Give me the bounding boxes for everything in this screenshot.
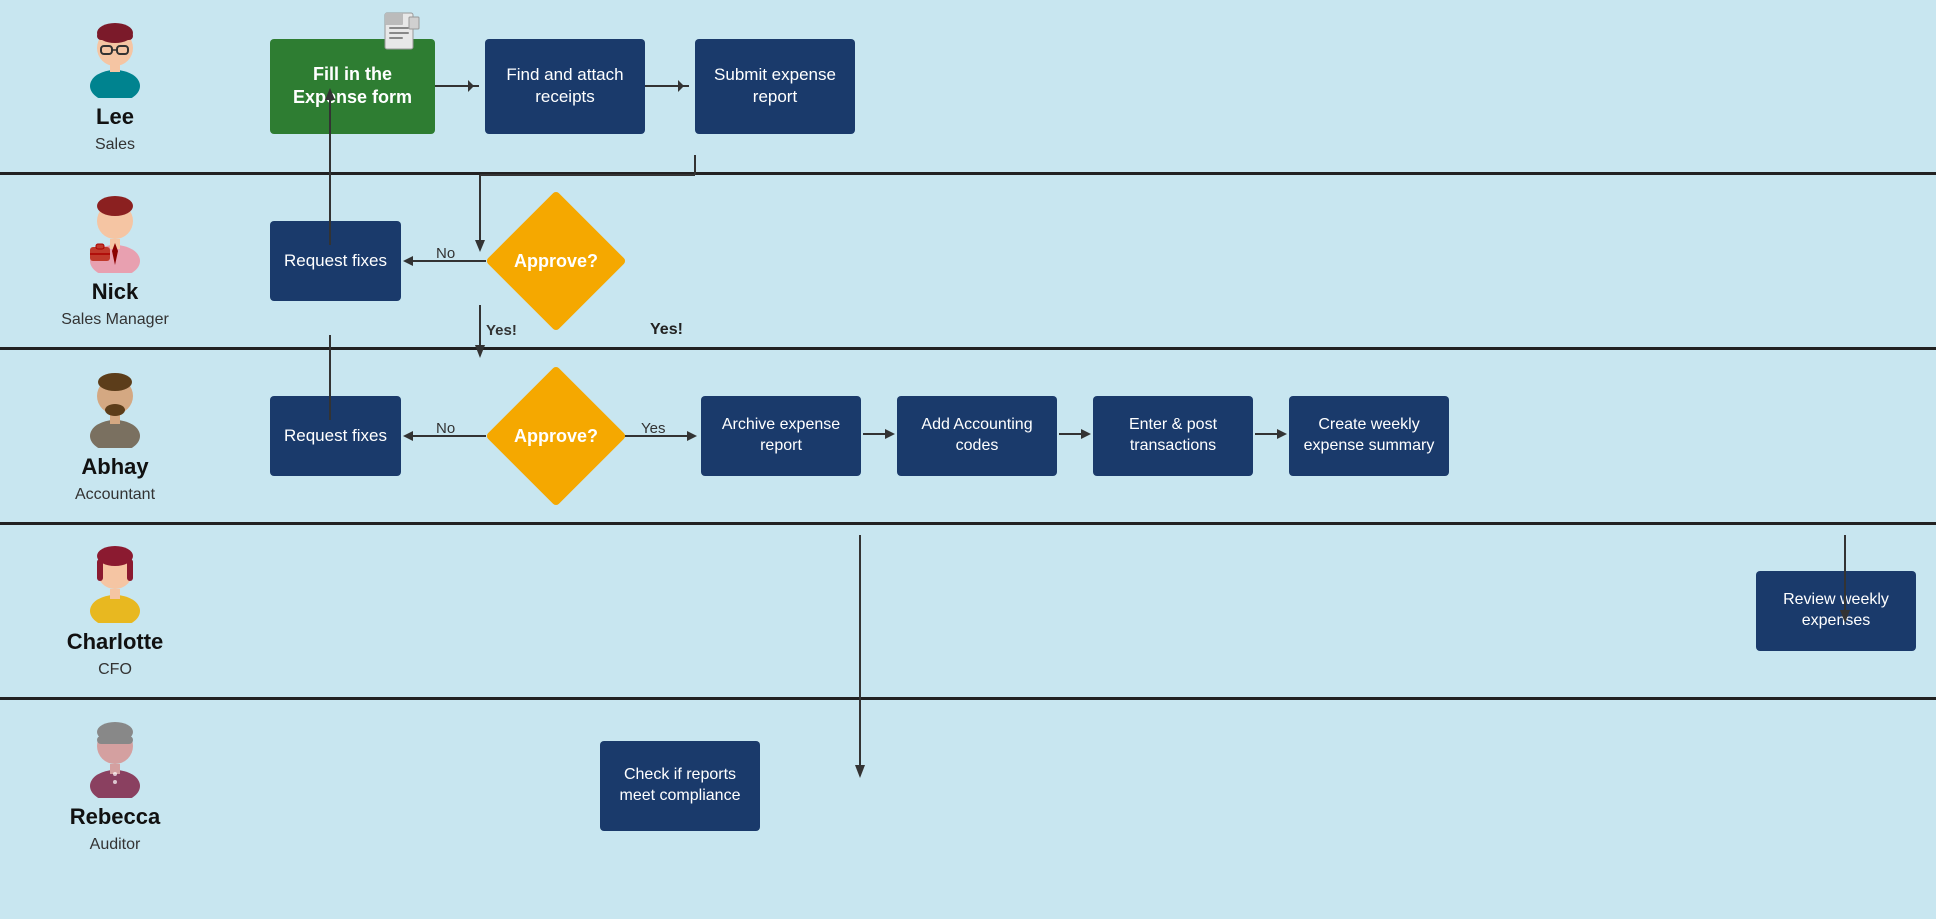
actor-charlotte: Charlotte CFO <box>0 525 230 697</box>
fill-expense-box: Fill in the Expense form <box>270 39 435 134</box>
review-weekly-label: Review weekly expenses <box>1770 590 1902 632</box>
check-compliance-spacer: Check if reports meet compliance <box>600 741 760 831</box>
actor-nick-role: Sales Manager <box>61 311 169 329</box>
actor-nick-name: Nick <box>92 279 138 305</box>
avatar-nick <box>75 193 155 273</box>
archive-report-box: Archive expense report <box>701 396 861 476</box>
arrow-line-2 <box>645 85 689 87</box>
swimlane-lee: Lee Sales Fill in the Expense form <box>0 0 1936 175</box>
swimlane-charlotte: Charlotte CFO Review weekly expenses <box>0 525 1936 700</box>
arrow-svg-3 <box>861 424 897 444</box>
arrow-receipts-to-submit <box>645 85 695 87</box>
submit-report-box: Submit expense report <box>695 39 855 134</box>
svg-text:No: No <box>436 421 455 437</box>
actor-abhay-role: Accountant <box>75 486 155 504</box>
arrow-line-1 <box>435 85 479 87</box>
arrow-archive-to-accounting <box>861 424 897 449</box>
create-weekly-box: Create weekly expense summary <box>1289 396 1449 476</box>
actor-nick: Nick Sales Manager <box>0 175 230 347</box>
diagram-wrapper: Lee Sales Fill in the Expense form <box>0 0 1936 872</box>
actor-abhay: Abhay Accountant <box>0 350 230 522</box>
arrow-fill-to-receipts <box>435 85 485 87</box>
abhay-request-fixes-label: Request fixes <box>284 425 387 447</box>
abhay-approve-diamond: Approve? <box>491 371 621 501</box>
svg-text:No: No <box>436 246 455 262</box>
arrow-svg-4 <box>1057 424 1093 444</box>
document-icon <box>381 11 425 55</box>
nick-yes-label: Yes! <box>650 321 683 339</box>
arrow-svg-5 <box>1253 424 1289 444</box>
avatar-lee <box>75 18 155 98</box>
nick-request-fixes-box: Request fixes <box>270 221 401 301</box>
lane-lee-content: Fill in the Expense form Find and attach… <box>230 9 1936 164</box>
swimlane-nick: Nick Sales Manager Request fixes No Appr… <box>0 175 1936 350</box>
arrow-yes-abhay: Yes <box>621 421 701 451</box>
add-accounting-label: Add Accounting codes <box>911 415 1043 457</box>
enter-post-label: Enter & post transactions <box>1107 415 1239 457</box>
find-receipts-label: Find and attach receipts <box>499 64 631 108</box>
lane-nick-content: Request fixes No Approve? Yes! <box>230 178 1936 344</box>
nick-request-fixes-label: Request fixes <box>284 250 387 272</box>
lane-charlotte-content: Review weekly expenses <box>230 541 1936 681</box>
lane-abhay-content: Request fixes No Approve? Yes <box>230 353 1936 519</box>
svg-text:Yes: Yes <box>641 421 665 437</box>
arrow-no-abhay-svg: No <box>401 421 491 451</box>
nick-approve-label: Approve? <box>514 251 598 272</box>
actor-rebecca-role: Auditor <box>90 836 141 854</box>
avatar-charlotte <box>75 543 155 623</box>
create-weekly-label: Create weekly expense summary <box>1303 415 1435 457</box>
abhay-approve-label: Approve? <box>514 426 598 447</box>
actor-lee: Lee Sales <box>0 0 230 172</box>
abhay-request-fixes-box: Request fixes <box>270 396 401 476</box>
add-accounting-box: Add Accounting codes <box>897 396 1057 476</box>
actor-abhay-name: Abhay <box>81 454 148 480</box>
swimlane-rebecca: Rebecca Auditor Check if reports meet co… <box>0 700 1936 872</box>
avatar-abhay <box>75 368 155 448</box>
fill-expense-label: Fill in the Expense form <box>284 63 421 110</box>
find-receipts-box: Find and attach receipts <box>485 39 645 134</box>
actor-lee-role: Sales <box>95 136 135 154</box>
nick-approve-diamond: Approve? <box>491 196 621 326</box>
actor-rebecca: Rebecca Auditor <box>0 700 230 872</box>
arrow-yes-abhay-svg: Yes <box>621 421 701 451</box>
check-compliance-box: Check if reports meet compliance <box>600 741 760 831</box>
arrow-no-abhay: No <box>401 421 491 451</box>
arrow-no-nick-svg: No <box>401 246 491 276</box>
swimlane-abhay: Abhay Accountant Request fixes No Approv… <box>0 350 1936 525</box>
actor-lee-name: Lee <box>96 104 134 130</box>
actor-charlotte-role: CFO <box>98 661 132 679</box>
arrow-no-nick: No <box>401 246 491 276</box>
arrow-accounting-to-post <box>1057 424 1093 449</box>
enter-post-box: Enter & post transactions <box>1093 396 1253 476</box>
arrow-post-to-weekly <box>1253 424 1289 449</box>
lane-rebecca-content: Check if reports meet compliance <box>230 716 1936 856</box>
check-compliance-label: Check if reports meet compliance <box>614 765 746 807</box>
actor-charlotte-name: Charlotte <box>67 629 164 655</box>
archive-report-label: Archive expense report <box>715 415 847 457</box>
review-weekly-box: Review weekly expenses <box>1756 571 1916 651</box>
avatar-rebecca <box>75 718 155 798</box>
actor-rebecca-name: Rebecca <box>70 804 161 830</box>
submit-report-label: Submit expense report <box>709 64 841 108</box>
